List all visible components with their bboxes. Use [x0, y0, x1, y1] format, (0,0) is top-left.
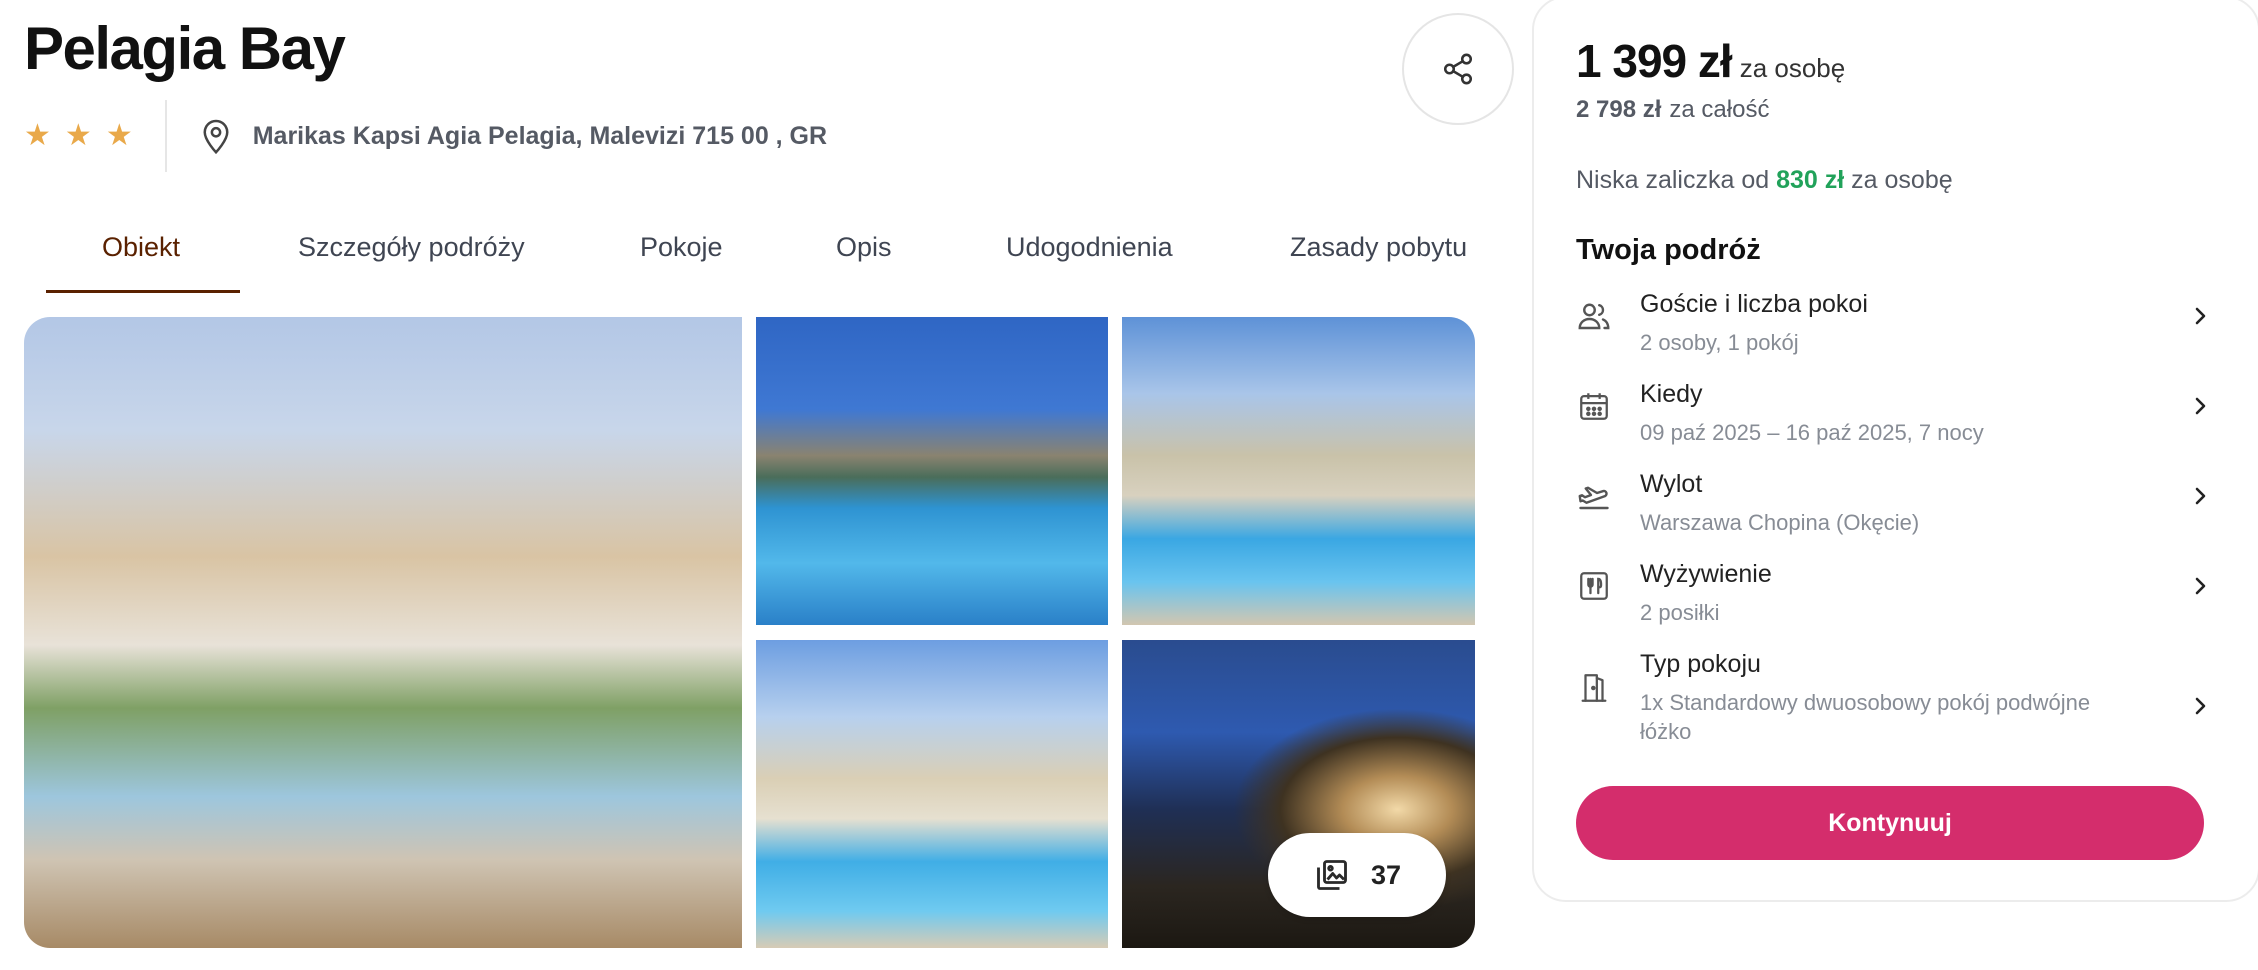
trip-value: 09 paź 2025 – 16 paź 2025, 7 nocy — [1640, 420, 1984, 445]
photo-gallery-icon — [1317, 860, 1347, 890]
chevron-right-icon — [2195, 487, 2206, 505]
plane-departure-icon — [1578, 486, 1609, 510]
hotel-title: Pelagia Bay — [24, 15, 346, 82]
trip-value: 1x Standardowy dwuosobowy pokój podwójne… — [1640, 690, 2091, 744]
tab-udogodnienia[interactable]: Udogodnienia — [1006, 232, 1173, 263]
room-door-icon — [1581, 674, 1607, 702]
tab-szczegoly-podrozy[interactable]: Szczegóły podróży — [298, 232, 525, 263]
trip-value: Warszawa Chopina (Okęcie) — [1640, 510, 1920, 535]
price-total: 2 798 zł za całość — [1576, 96, 1769, 124]
gallery-photo[interactable] — [756, 640, 1108, 948]
trip-value: 2 posiłki — [1640, 600, 1720, 625]
deposit-info: Niska zaliczka od 830 zł za osobę — [1576, 166, 1953, 195]
trip-label: Typ pokoju — [1640, 650, 1761, 678]
star-icon: ★ — [64, 119, 92, 152]
price-unit: za osobę — [1739, 53, 1846, 83]
gallery-photo[interactable] — [1122, 317, 1475, 625]
trip-label: Kiedy — [1640, 380, 1703, 408]
active-tab-indicator — [46, 290, 240, 293]
price-amount: 1 399 zł — [1576, 35, 1733, 87]
star-rating: ★ ★ ★ — [24, 100, 167, 172]
address-text: Marikas Kapsi Agia Pelagia, Malevizi 715… — [252, 121, 828, 150]
share-icon — [1443, 53, 1473, 85]
tab-zasady-pobytu[interactable]: Zasady pobytu — [1290, 232, 1467, 263]
price-per-person: 1 399 zł za osobę — [1576, 34, 1845, 88]
trip-value: 2 osoby, 1 pokój — [1640, 330, 1799, 355]
photo-gallery: 37 — [24, 317, 1475, 948]
guests-icon — [1578, 303, 1610, 330]
chevron-right-icon — [2195, 697, 2206, 715]
calendar-icon — [1580, 393, 1608, 420]
star-icon: ★ — [24, 119, 51, 152]
main-photo[interactable] — [24, 317, 742, 948]
share-button[interactable] — [1402, 13, 1514, 125]
deposit-prefix: Niska zaliczka od — [1576, 166, 1770, 194]
chevron-right-icon — [2195, 577, 2206, 595]
price-total-label: za całość — [1669, 96, 1770, 123]
trip-label: Wyżywienie — [1640, 560, 1772, 588]
location-pin-icon — [203, 119, 229, 155]
booking-panel: 1 399 zł za osobę 2 798 zł za całość Nis… — [1532, 0, 2258, 902]
price-total-amount: 2 798 zł — [1576, 96, 1662, 123]
continue-button[interactable]: Kontynuuj — [1576, 786, 2204, 860]
tab-opis[interactable]: Opis — [836, 232, 892, 263]
star-icon: ★ — [105, 119, 133, 152]
deposit-amount: 830 zł — [1776, 166, 1845, 194]
restaurant-icon — [1580, 572, 1608, 600]
gallery-photo[interactable] — [756, 317, 1108, 625]
chevron-right-icon — [2195, 397, 2206, 415]
hotel-address[interactable]: Marikas Kapsi Agia Pelagia, Malevizi 715… — [201, 117, 827, 155]
trip-label: Wylot — [1640, 470, 1703, 498]
tab-pokoje[interactable]: Pokoje — [640, 232, 723, 263]
hotel-meta: ★ ★ ★ Marikas Kapsi Agia Pelagia, Malevi… — [24, 100, 827, 172]
section-tabs: Obiekt Szczegóły podróży Pokoje Opis Udo… — [46, 222, 1486, 296]
trip-label: Goście i liczba pokoi — [1640, 290, 1868, 318]
tab-obiekt[interactable]: Obiekt — [102, 232, 180, 263]
photo-count: 37 — [1370, 859, 1402, 890]
show-all-photos-button[interactable]: 37 — [1268, 833, 1446, 917]
chevron-right-icon — [2195, 307, 2206, 325]
deposit-suffix: za osobę — [1851, 166, 1953, 194]
trip-title: Twoja podróż — [1576, 234, 1761, 266]
